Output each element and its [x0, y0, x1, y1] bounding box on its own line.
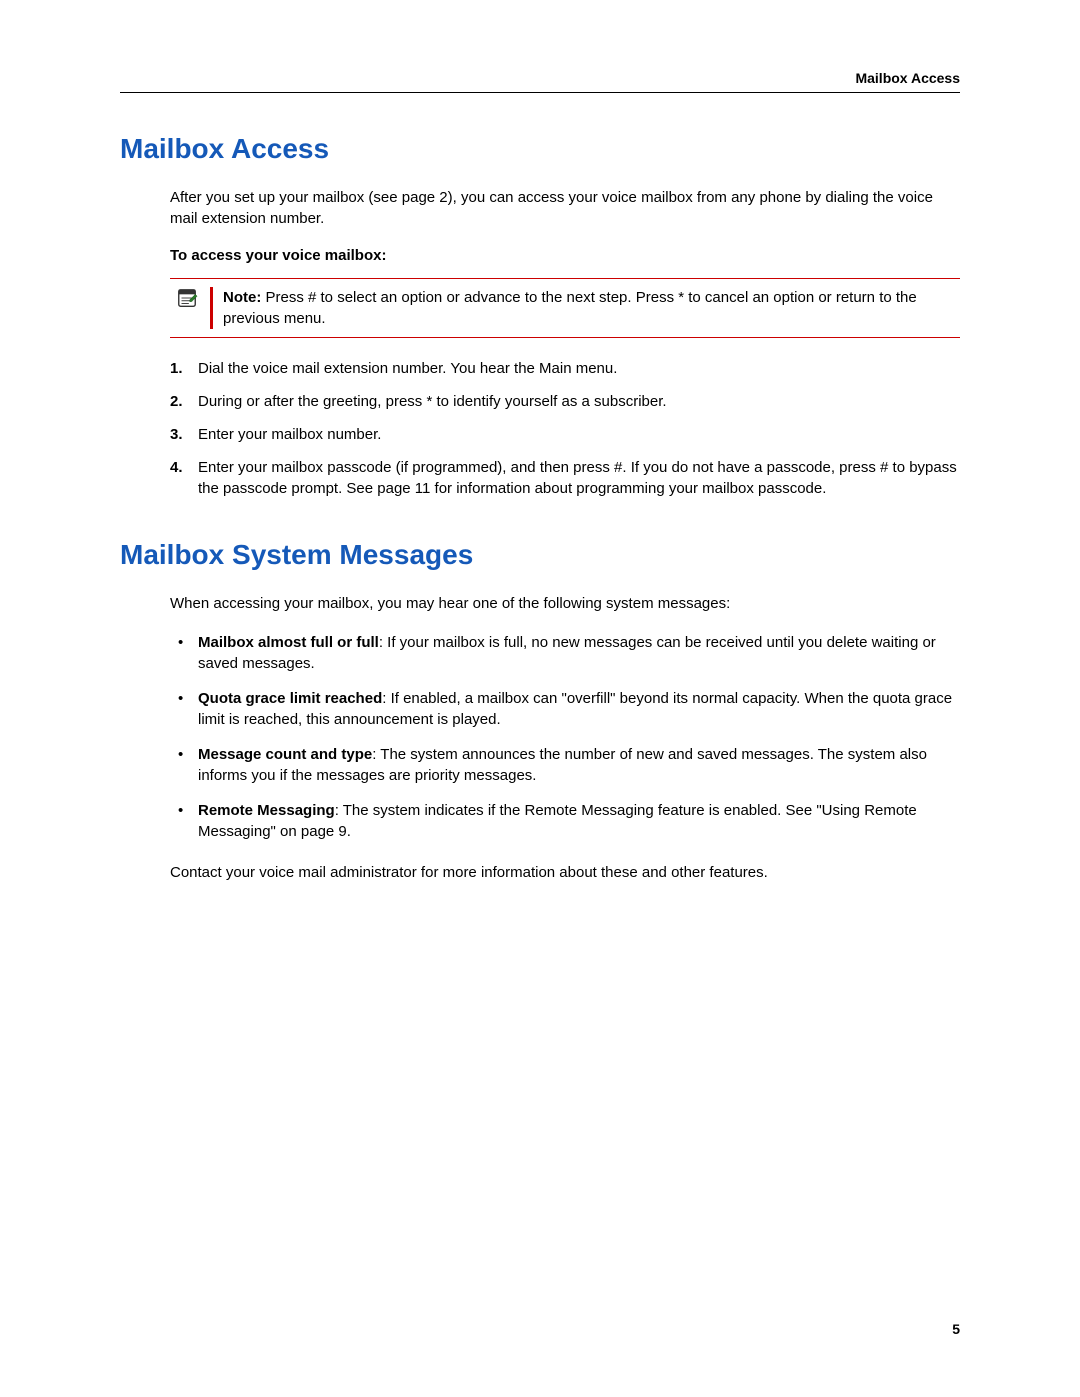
intro-paragraph: After you set up your mailbox (see page …: [170, 187, 960, 229]
steps-list: Dial the voice mail extension number. Yo…: [170, 358, 960, 499]
access-subhead: To access your voice mailbox:: [170, 247, 960, 264]
bullet-term: Remote Messaging: [198, 802, 335, 819]
bullet-item: Mailbox almost full or full: If your mai…: [170, 632, 960, 674]
page: Mailbox Access Mailbox Access After you …: [0, 0, 1080, 1397]
note-icon: [176, 287, 198, 309]
system-messages-outro: Contact your voice mail administrator fo…: [170, 862, 960, 883]
heading-mailbox-access: Mailbox Access: [120, 133, 960, 165]
step-item: Dial the voice mail extension number. Yo…: [170, 358, 960, 379]
bullet-term: Message count and type: [198, 746, 372, 763]
bullet-item: Message count and type: The system annou…: [170, 744, 960, 786]
heading-system-messages: Mailbox System Messages: [120, 539, 960, 571]
note-body: Press # to select an option or advance t…: [223, 289, 917, 327]
step-item: Enter your mailbox passcode (if programm…: [170, 457, 960, 499]
note-label: Note:: [223, 289, 266, 306]
bullet-item: Quota grace limit reached: If enabled, a…: [170, 688, 960, 730]
bullet-term: Mailbox almost full or full: [198, 634, 379, 651]
note-icon-cell: [170, 287, 213, 329]
note-box: Note: Press # to select an option or adv…: [170, 278, 960, 338]
system-messages-intro: When accessing your mailbox, you may hea…: [170, 593, 960, 614]
bullet-list: Mailbox almost full or full: If your mai…: [170, 632, 960, 842]
page-number: 5: [952, 1321, 960, 1337]
bullet-item: Remote Messaging: The system indicates i…: [170, 800, 960, 842]
section1-body: After you set up your mailbox (see page …: [170, 187, 960, 499]
step-item: Enter your mailbox number.: [170, 424, 960, 445]
bullet-term: Quota grace limit reached: [198, 690, 382, 707]
section2-body: When accessing your mailbox, you may hea…: [170, 593, 960, 883]
step-item: During or after the greeting, press * to…: [170, 391, 960, 412]
note-text: Note: Press # to select an option or adv…: [213, 287, 960, 329]
running-header: Mailbox Access: [120, 70, 960, 93]
